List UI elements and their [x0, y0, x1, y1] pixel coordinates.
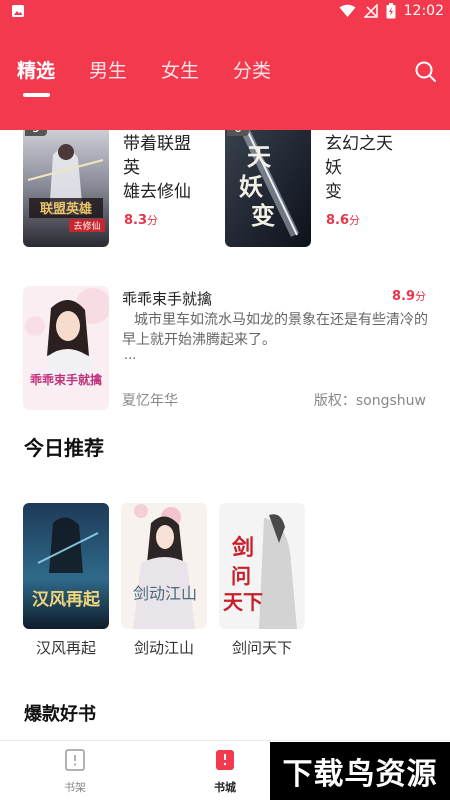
book-cover[interactable]: 汉风再起 [23, 503, 109, 629]
bookshelf-icon [65, 749, 85, 771]
tab-male[interactable]: 男生 [89, 56, 127, 83]
svg-text:剑动江山: 剑动江山 [133, 584, 197, 603]
featured-book-title[interactable]: 乖乖束手就擒 [122, 288, 212, 309]
book-cover-art: 剑 问 天下 [219, 503, 305, 629]
book-cover-art: 乖乖束手就擒 [23, 286, 109, 410]
today-section-title: 今日推荐 [24, 436, 104, 460]
nav-bookstore[interactable]: 书城 [185, 741, 265, 800]
description-ellipsis: ... [124, 348, 137, 363]
book-score: 8.6分 [326, 213, 361, 228]
main-content[interactable]: 联盟英雄 去修仙 5 带着联盟英 雄去修仙 8.3分 [0, 130, 450, 740]
book-cover-art: 汉风再起 [23, 503, 109, 629]
featured-book-copyright: 版权：songshuw [313, 393, 426, 409]
book-cover[interactable]: 天 妖 变 6 [225, 130, 311, 247]
svg-text:剑: 剑 [231, 535, 254, 561]
book-cover[interactable]: 联盟英雄 去修仙 5 [23, 130, 109, 247]
gallery-icon [12, 5, 24, 17]
search-icon[interactable] [413, 59, 439, 85]
featured-book[interactable]: 乖乖束手就擒 乖乖束手就擒 8.9分 城市里车如流水马如龙的景象在还是有些清冷的… [0, 280, 450, 415]
hot-section-title: 爆款好书 [24, 704, 96, 725]
tab-featured[interactable]: 精选 [17, 56, 55, 83]
app-header: 12:02 精选 男生 女生 分类 [0, 0, 450, 130]
recommended-book[interactable]: 剑动江山 剑动江山 [121, 503, 207, 658]
book-cover-art: 剑动江山 [121, 503, 207, 629]
svg-text:变: 变 [251, 201, 275, 230]
book-cover-art: 联盟英雄 去修仙 [23, 130, 109, 247]
recommended-book-title[interactable]: 汉风再起 [23, 637, 109, 658]
featured-book-author: 夏忆年华 [122, 393, 178, 409]
book-title: 玄幻之天妖 变 [325, 134, 393, 202]
battery-charging-icon [386, 3, 396, 19]
book-cover[interactable]: 剑动江山 [121, 503, 207, 629]
rank-badge: 6 [227, 130, 249, 136]
book-cover[interactable]: 剑 问 天下 [219, 503, 305, 629]
featured-book-score: 8.9分 [391, 289, 426, 304]
tab-female[interactable]: 女生 [161, 56, 199, 83]
svg-text:妖: 妖 [239, 172, 263, 201]
svg-text:汉风再起: 汉风再起 [32, 589, 101, 610]
recommended-book-title[interactable]: 剑动江山 [121, 637, 207, 658]
recommended-book[interactable]: 汉风再起 汉风再起 [23, 503, 109, 658]
book-cover-art: 天 妖 变 [225, 130, 311, 247]
svg-text:去修仙: 去修仙 [73, 220, 100, 232]
wifi-icon [339, 4, 356, 17]
recommended-book[interactable]: 剑 问 天下 剑问天下 [219, 503, 305, 658]
book-title: 带着联盟英 雄去修仙 [123, 134, 191, 202]
ranked-book-card[interactable]: 天 妖 变 6 玄幻之天妖 变 8.6分 [202, 130, 402, 250]
svg-text:天: 天 [247, 142, 271, 171]
featured-book-description: 城市里车如流水马如龙的景象在还是有些清冷的早上就开始沸腾起来了。 [122, 312, 428, 348]
status-time: 12:02 [403, 3, 444, 19]
nav-bookshelf[interactable]: 书架 [35, 741, 115, 800]
book-cover[interactable]: 乖乖束手就擒 [23, 286, 109, 410]
no-signal-icon [363, 4, 378, 18]
tab-category[interactable]: 分类 [233, 56, 271, 83]
nav-label: 书架 [64, 781, 86, 794]
svg-text:联盟英雄: 联盟英雄 [40, 201, 92, 217]
ranked-book-card[interactable]: 联盟英雄 去修仙 5 带着联盟英 雄去修仙 8.3分 [0, 130, 200, 250]
svg-text:问: 问 [231, 564, 251, 588]
category-tabs: 精选 男生 女生 分类 [0, 56, 450, 97]
bookstore-icon [216, 750, 234, 770]
watermark-logo: 下载鸟资源 [270, 742, 450, 800]
status-bar: 12:02 [0, 0, 450, 24]
book-score: 8.3分 [124, 213, 159, 228]
rank-badge: 5 [25, 130, 47, 136]
active-tab-indicator [23, 93, 50, 97]
svg-text:天下: 天下 [223, 590, 263, 614]
svg-text:乖乖束手就擒: 乖乖束手就擒 [30, 372, 102, 387]
recommended-book-title[interactable]: 剑问天下 [219, 637, 305, 658]
nav-label: 书城 [214, 781, 236, 794]
